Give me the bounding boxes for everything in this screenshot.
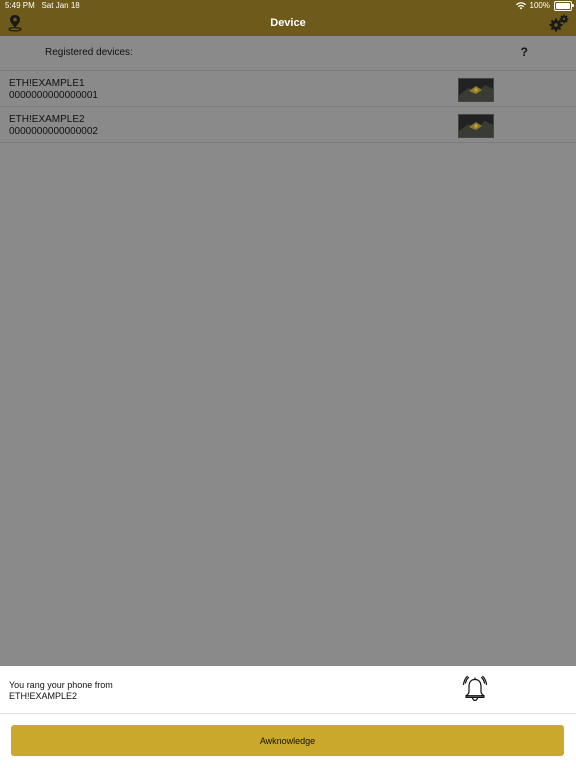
ring-notice: You rang your phone from ETH!EXAMPLE2 — [0, 666, 576, 714]
ring-notification-panel: You rang your phone from ETH!EXAMPLE2 Aw… — [0, 666, 576, 768]
ring-notice-device: ETH!EXAMPLE2 — [9, 691, 78, 701]
help-button[interactable]: ? — [521, 45, 528, 59]
battery-fill — [556, 3, 570, 9]
device-row[interactable]: ETH!EXAMPLE1 0000000000000001 — [0, 71, 576, 107]
battery-percent: 100% — [529, 1, 550, 10]
page-title: Device — [270, 17, 306, 29]
bell-ringing-icon — [462, 675, 488, 701]
gears-icon[interactable] — [548, 14, 570, 32]
registered-devices-label: Registered devices: — [45, 47, 133, 58]
battery-tip — [572, 4, 574, 7]
device-row[interactable]: ETH!EXAMPLE2 0000000000000002 — [0, 107, 576, 143]
wifi-icon — [515, 2, 526, 10]
device-thumbnail — [458, 78, 494, 102]
device-serial: 0000000000000002 — [9, 126, 98, 137]
device-name: ETH!EXAMPLE1 — [9, 78, 85, 89]
status-indicators: 100% — [515, 1, 574, 11]
device-image-icon — [459, 115, 493, 137]
list-header: Registered devices: ? — [0, 36, 576, 71]
device-thumbnail — [458, 114, 494, 138]
device-image-icon — [459, 79, 493, 101]
ring-notice-text: You rang your phone from ETH!EXAMPLE2 — [9, 680, 113, 702]
acknowledge-button[interactable]: Awknowledge — [11, 725, 564, 756]
status-date: Sat Jan 18 — [41, 1, 80, 10]
device-serial: 0000000000000001 — [9, 90, 98, 101]
status-time: 5:49 PM — [5, 1, 35, 10]
device-list: Registered devices: ? ETH!EXAMPLE1 00000… — [0, 36, 576, 143]
navigation-bar: 5:49 PM Sat Jan 18 100% Device — [0, 0, 576, 36]
ring-notice-line1: You rang your phone from — [9, 680, 113, 690]
status-time-date: 5:49 PM Sat Jan 18 — [5, 1, 80, 11]
battery-icon — [554, 1, 574, 11]
device-name: ETH!EXAMPLE2 — [9, 114, 85, 125]
